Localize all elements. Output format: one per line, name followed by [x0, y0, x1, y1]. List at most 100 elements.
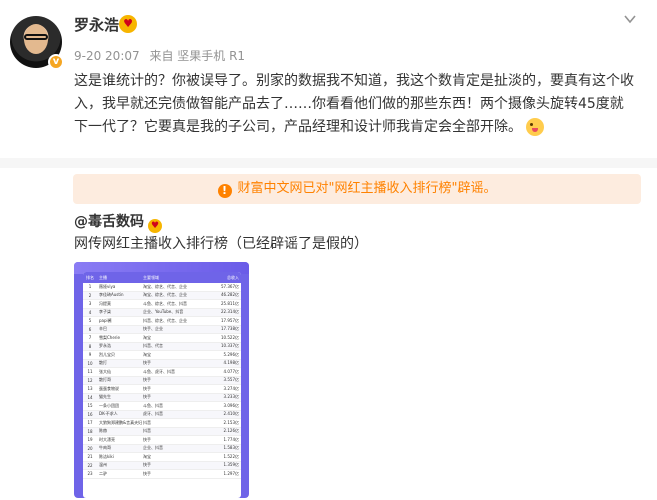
income-cell: 46.282亿: [221, 292, 239, 298]
field-cell: 快手: [143, 385, 151, 391]
streamer-cell: 李佳琦Austin: [99, 292, 124, 298]
income-cell: 3.557亿: [223, 377, 239, 383]
rank-cell: 7: [88, 335, 92, 341]
field-cell: 快手: [143, 470, 151, 476]
avatar[interactable]: v: [10, 16, 64, 70]
income-cell: 3.233亿: [223, 394, 239, 400]
rank-cell: 16: [87, 411, 93, 417]
field-cell: 企业、YouTube、抖音: [143, 309, 184, 315]
vip-heart-icon[interactable]: ♥: [119, 15, 137, 33]
rumor-notice-text: 财富中文网已对"网红主播收入排行榜"辟谣。: [237, 181, 497, 196]
table-row: 21 陈洁kiki 淘宝 1.522亿: [83, 453, 241, 462]
rank-cell: 23: [87, 471, 93, 477]
table-row: 1 薇娅viya 淘宝、综艺、代言、企业 57.367亿: [83, 283, 241, 292]
income-cell: 10.337亿: [221, 343, 239, 349]
rank-cell: 20: [87, 445, 93, 451]
ranking-image[interactable]: 排名 主播 主要领域 总收入 1 薇娅viya 淘宝、综艺、代言、企业 57.367亿…: [74, 262, 249, 498]
field-cell: 淘宝: [143, 351, 151, 357]
repost-author-name[interactable]: @毒舌数码: [74, 214, 144, 230]
income-cell: 2.153亿: [223, 419, 239, 425]
field-cell: 抖音、代言: [143, 343, 163, 349]
table-row: 7 雪梨Cherie 淘宝 10.522亿: [83, 334, 241, 343]
streamer-cell: 罗永浩: [99, 343, 111, 349]
field-cell: 斗鱼、虎牙、抖音: [143, 368, 175, 374]
rank-cell: 8: [88, 343, 92, 349]
rank-cell: 5: [88, 318, 92, 324]
header-streamer: 主播: [99, 274, 107, 280]
header-field: 主要领域: [143, 274, 159, 280]
income-cell: 1.583亿: [223, 445, 239, 451]
table-row: 12 散打哥 快手 3.557亿: [83, 376, 241, 385]
income-cell: 3.274亿: [223, 385, 239, 391]
rank-cell: 2: [88, 292, 92, 298]
post-body: 这是谁统计的？你被误导了。别家的数据我不知道，我这个数肯定是扯淡的，要真有这个收…: [74, 70, 634, 139]
rank-cell: 10: [87, 360, 93, 366]
streamer-cell: 陈赫: [99, 428, 107, 434]
post-timestamp[interactable]: 9-20 20:07: [74, 49, 140, 63]
avatar-glasses: [24, 34, 48, 40]
income-cell: 22.314亿: [221, 309, 239, 315]
table-row: 16 DK-不求人 虎牙、抖音 2.410亿: [83, 410, 241, 419]
table-row: 11 张大仙 斗鱼、虎牙、抖音 4.077亿: [83, 368, 241, 377]
field-cell: 抖音: [143, 428, 151, 434]
table-row: 14 猫先生 快手 3.233亿: [83, 393, 241, 402]
table-row: 5 papi酱 抖音、综艺、代言、企业 17.957亿: [83, 317, 241, 326]
field-cell: 快手: [143, 377, 151, 383]
streamer-cell: 辛巴: [99, 326, 107, 332]
field-cell: 抖音、综艺、代言、企业: [143, 317, 187, 323]
income-cell: 5.296亿: [223, 351, 239, 357]
streamer-cell: 散打: [99, 360, 107, 366]
table-row: 23 二驴 快手 1.297亿: [83, 470, 241, 479]
header-rank: 排名: [86, 274, 94, 280]
table-row: 9 烈儿宝贝 淘宝 5.296亿: [83, 351, 241, 360]
streamer-cell: papi酱: [99, 317, 112, 323]
income-cell: 3.096亿: [223, 402, 239, 408]
streamer-cell: 大狼狗郑建鹏&言真夫妇: [99, 419, 143, 425]
table-row: 17 大狼狗郑建鹏&言真夫妇 抖音 2.153亿: [83, 419, 241, 428]
rank-cell: 17: [87, 420, 93, 426]
tongue-wink-emoji-icon: [526, 118, 544, 136]
streamer-cell: DK-不求人: [99, 411, 118, 417]
post-text: 这是谁统计的？你被误导了。别家的数据我不知道，我这个数肯定是扯淡的，要真有这个收…: [74, 73, 634, 135]
field-cell: 淘宝: [143, 334, 151, 340]
field-cell: 快手: [143, 394, 151, 400]
chevron-down-icon[interactable]: [623, 12, 637, 26]
rank-cell: 12: [87, 377, 93, 383]
income-cell: 25.811亿: [221, 300, 239, 306]
field-cell: 淘宝、综艺、代言、企业: [143, 292, 187, 298]
repost-author[interactable]: @毒舌数码 ♥: [74, 211, 162, 233]
rank-cell: 18: [87, 428, 93, 434]
income-cell: 1.297亿: [223, 470, 239, 476]
section-divider: [0, 158, 657, 168]
table-row: 8 罗永浩 抖音、代言 10.337亿: [83, 342, 241, 351]
weibo-post: v 罗永浩 ♥ 9-20 20:07 来自 坚果手机 R1 这是谁统计的？你被误…: [0, 0, 657, 500]
header-income: 总收入: [227, 274, 239, 280]
rank-cell: 9: [88, 352, 92, 358]
income-cell: 1.359亿: [223, 462, 239, 468]
income-cell: 17.738亿: [221, 326, 239, 332]
rank-cell: 13: [87, 386, 93, 392]
rank-cell: 21: [87, 454, 93, 460]
field-cell: 斗鱼、综艺、代言、抖音: [143, 300, 187, 306]
income-cell: 2.126亿: [223, 428, 239, 434]
income-cell: 17.957亿: [221, 317, 239, 323]
alert-icon: !: [217, 184, 232, 198]
streamer-cell: 薇娅viya: [99, 283, 116, 289]
streamer-cell: 二驴: [99, 470, 107, 476]
table-row: 6 辛巴 快手、企业 17.738亿: [83, 325, 241, 334]
field-cell: 企业、抖音: [143, 445, 163, 451]
rumor-notice[interactable]: ! 财富中文网已对"网红主播收入排行榜"辟谣。: [73, 174, 641, 204]
rank-cell: 14: [87, 394, 93, 400]
table-row: 3 冯提莫 斗鱼、综艺、代言、抖音 25.811亿: [83, 300, 241, 309]
rank-cell: 22: [87, 462, 93, 468]
income-cell: 4.198亿: [223, 360, 239, 366]
field-cell: 淘宝、综艺、代言、企业: [143, 283, 187, 289]
income-cell: 1.522亿: [223, 453, 239, 459]
ranking-table: 排名 主播 主要领域 总收入 1 薇娅viya 淘宝、综艺、代言、企业 57.367亿…: [83, 272, 241, 498]
repost-text: 网传网红主播收入排行榜（已经辟谣了是假的）: [74, 236, 368, 252]
streamer-cell: 李子柒: [99, 309, 111, 315]
streamer-cell: 张大仙: [99, 368, 111, 374]
rank-cell: 4: [88, 309, 92, 315]
author-name[interactable]: 罗永浩: [74, 14, 119, 35]
field-cell: 快手: [143, 360, 151, 366]
